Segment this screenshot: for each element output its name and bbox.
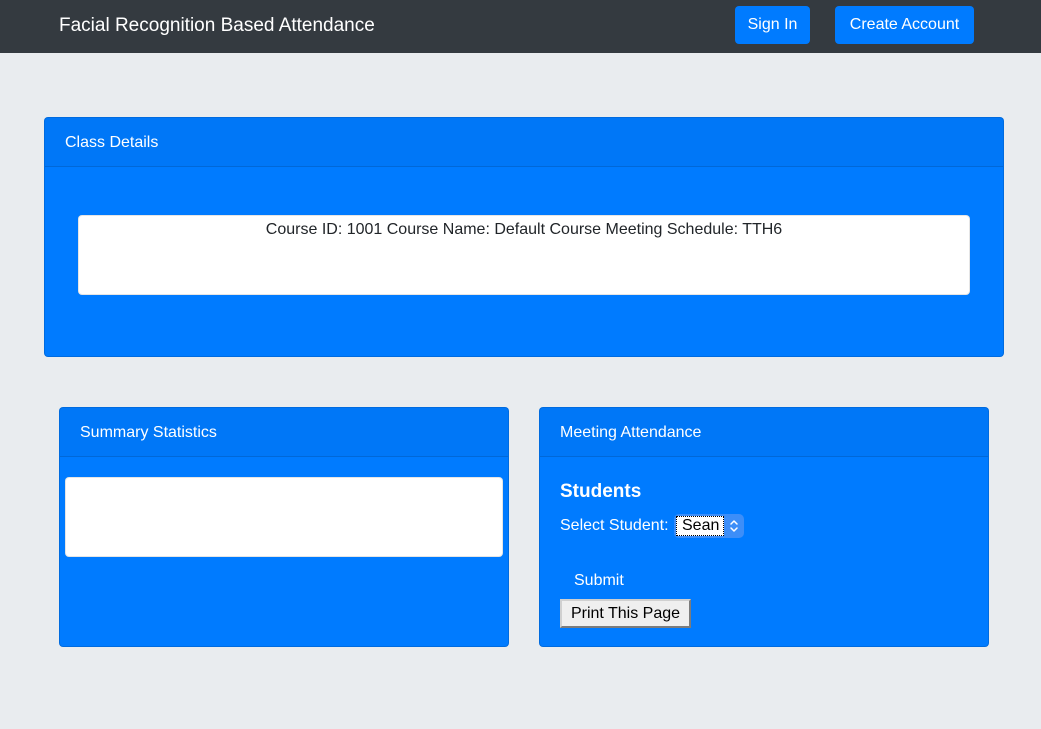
create-account-button[interactable]: Create Account	[835, 6, 974, 44]
class-details-header: Class Details	[45, 118, 1003, 167]
chevron-up-down-icon	[726, 516, 742, 536]
summary-statistics-card: Summary Statistics	[59, 407, 509, 647]
select-student-label: Select Student:	[560, 517, 669, 534]
print-page-button[interactable]: Print This Page	[560, 599, 691, 628]
select-student-dropdown[interactable]: Sean	[674, 514, 744, 538]
sign-in-button[interactable]: Sign In	[735, 6, 810, 44]
class-info-box: Course ID: 1001 Course Name: Default Cou…	[78, 215, 970, 295]
class-details-card: Class Details Course ID: 1001 Course Nam…	[44, 117, 1004, 357]
class-details-title: Class Details	[65, 134, 159, 151]
meeting-attendance-title: Meeting Attendance	[560, 424, 702, 441]
submit-button[interactable]: Submit	[574, 571, 624, 591]
class-info-text: Course ID: 1001 Course Name: Default Cou…	[265, 221, 783, 238]
top-navbar: Facial Recognition Based Attendance Sign…	[0, 0, 1041, 53]
students-heading: Students	[560, 481, 642, 502]
meeting-attendance-header: Meeting Attendance	[540, 408, 988, 457]
meeting-attendance-card: Meeting Attendance Students Select Stude…	[539, 407, 989, 647]
selected-student-value: Sean	[676, 516, 724, 536]
brand-title[interactable]: Facial Recognition Based Attendance	[59, 14, 375, 38]
summary-statistics-box	[65, 477, 503, 557]
summary-statistics-title: Summary Statistics	[80, 424, 217, 441]
summary-statistics-header: Summary Statistics	[60, 408, 508, 457]
